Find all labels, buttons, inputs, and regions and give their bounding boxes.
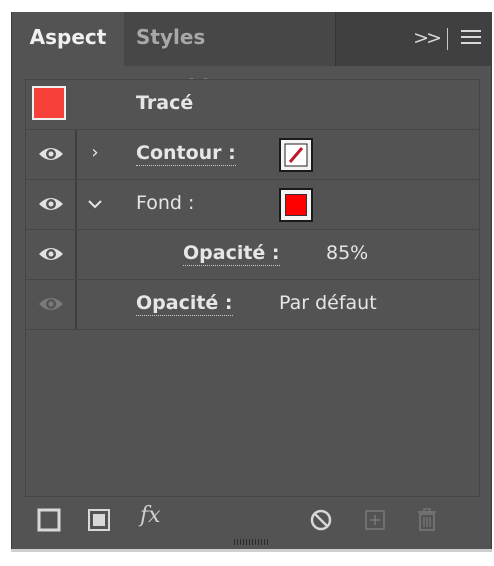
panel-resize-grip[interactable]	[234, 539, 270, 545]
duplicate-item-icon	[365, 510, 385, 530]
row-object-opacity[interactable]: Opacité : Par défaut	[26, 280, 479, 330]
opacity-value: Par défaut	[279, 292, 377, 314]
visibility-eye-icon-disabled	[39, 298, 63, 310]
tab-separator	[447, 28, 448, 50]
visibility-eye-icon[interactable]	[38, 144, 64, 164]
add-new-fill-icon[interactable]	[86, 507, 112, 533]
panel-tab-bar: Aspect Styles graphiques >>	[12, 12, 491, 99]
none-slash-icon	[284, 143, 308, 167]
opacity-label[interactable]: Opacité :	[136, 292, 233, 316]
tab-styles-graphiques[interactable]: Styles graphiques	[124, 12, 336, 99]
visibility-eye-icon[interactable]	[38, 194, 64, 214]
add-effect-fx-icon[interactable]: fx	[140, 503, 161, 528]
collapse-panel-icon[interactable]: >>	[413, 26, 442, 50]
stroke-color-swatch[interactable]	[279, 138, 313, 172]
row-fill[interactable]: Fond :	[26, 180, 479, 230]
clear-appearance-icon[interactable]	[308, 507, 334, 533]
fill-label: Fond :	[136, 192, 195, 214]
appearance-list: Tracé › Contour : Fond: Opacité: 85% O…	[25, 79, 480, 497]
chevron-right-icon[interactable]: ›	[86, 142, 104, 163]
fill-color-swatch[interactable]	[279, 188, 313, 222]
stroke-label[interactable]: Contour :	[136, 142, 236, 166]
fill-color-chip	[285, 194, 307, 216]
appearance-panel: Aspect Styles graphiques >> Tracé › Cont…	[11, 12, 492, 549]
add-new-stroke-icon[interactable]	[36, 507, 62, 533]
row-fill-opacity[interactable]: Opacité : 85%	[26, 230, 479, 280]
fill-opacity-label[interactable]: Opacité :	[183, 242, 280, 266]
chevron-down-icon[interactable]	[86, 198, 104, 210]
panel-menu-icon[interactable]	[461, 30, 481, 45]
trash-icon	[418, 508, 436, 531]
visibility-eye-icon[interactable]	[38, 244, 64, 264]
tab-aspect[interactable]: Aspect	[12, 12, 124, 66]
trace-thumbnail-swatch	[32, 86, 66, 120]
row-trace-label: Tracé	[136, 92, 194, 114]
panel-bottom-edge	[11, 549, 492, 552]
row-stroke[interactable]: › Contour :	[26, 130, 479, 180]
row-trace-header[interactable]: Tracé	[26, 80, 479, 130]
fill-opacity-value: 85%	[326, 242, 369, 264]
